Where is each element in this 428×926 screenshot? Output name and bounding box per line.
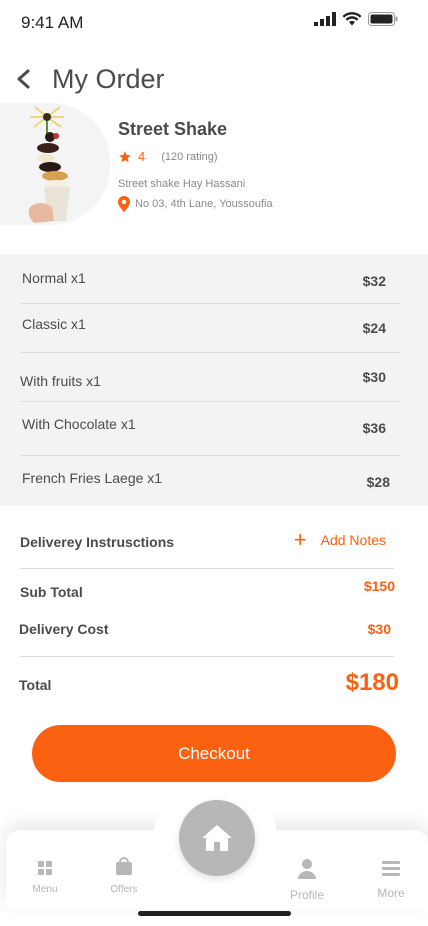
- tab-offers[interactable]: Offers: [99, 856, 149, 895]
- rating-count: (120 rating): [161, 150, 218, 163]
- order-item: With Chocolate x1 $36: [20, 402, 400, 456]
- shake-illustration: [0, 103, 110, 225]
- page-title: My Order: [52, 64, 165, 94]
- delivery-cost-value: $30: [367, 621, 391, 637]
- item-name: French Fries Laege x1: [22, 470, 163, 486]
- restaurant-card: Street Shake 4 (120 rating) Street shake…: [0, 103, 428, 233]
- item-price: $28: [366, 474, 390, 490]
- address-text: No 03, 4th Lane, Youssoufia: [135, 198, 273, 210]
- battery-icon: [368, 12, 398, 26]
- delivery-cost-label: Delivery Cost: [19, 621, 109, 637]
- restaurant-type: Street shake Hay Hassani: [118, 178, 246, 190]
- tab-profile-label: Profile: [289, 888, 324, 902]
- profile-icon: [298, 859, 316, 879]
- order-item: With fruits x1 $30: [20, 353, 400, 402]
- status-time: 9:41 AM: [21, 13, 84, 32]
- item-name: With fruits x1: [20, 373, 101, 389]
- tab-more-label: More: [377, 886, 405, 900]
- item-price: $32: [362, 273, 386, 289]
- item-price: $24: [362, 320, 386, 336]
- menu-grid-icon: [38, 861, 52, 875]
- total-value: $180: [345, 669, 399, 696]
- order-item: French Fries Laege x1 $28: [20, 456, 400, 506]
- tab-more[interactable]: More: [366, 860, 416, 900]
- offers-bag-icon: [116, 857, 132, 875]
- signal-icon: [314, 12, 336, 26]
- order-item: Classic x1 $24: [20, 304, 400, 353]
- item-price: $30: [362, 369, 386, 385]
- subtotal-value: $150: [363, 578, 395, 594]
- delivery-instructions-row: Deliverey Instrusctions + Add Notes: [20, 524, 394, 569]
- total-label: Total: [19, 677, 52, 693]
- tab-menu[interactable]: Menu: [20, 860, 70, 895]
- tab-offers-label: Offers: [110, 884, 138, 895]
- tab-menu-label: Menu: [32, 884, 58, 895]
- header: My Order: [0, 62, 428, 98]
- checkout-button[interactable]: Checkout: [32, 725, 396, 782]
- location-pin-icon: [118, 196, 130, 212]
- summary-divider: [20, 656, 394, 657]
- add-notes-button[interactable]: + Add Notes: [294, 529, 386, 551]
- item-name: With Chocolate x1: [22, 416, 136, 432]
- restaurant-name: Street Shake: [118, 119, 228, 139]
- tab-profile[interactable]: Profile: [282, 858, 332, 902]
- item-name: Classic x1: [22, 316, 86, 332]
- more-list-icon: [382, 861, 400, 876]
- home-icon: [202, 825, 232, 851]
- status-icons: [314, 12, 398, 26]
- item-name: Normal x1: [22, 270, 86, 286]
- subtotal-label: Sub Total: [20, 584, 83, 600]
- plus-icon: +: [293, 527, 307, 552]
- home-button[interactable]: [179, 800, 255, 876]
- home-indicator: [138, 911, 291, 916]
- restaurant-image: [0, 103, 110, 225]
- add-notes-label: Add Notes: [320, 532, 386, 548]
- restaurant-address: No 03, 4th Lane, Youssoufia: [118, 196, 273, 212]
- item-price: $36: [362, 420, 386, 436]
- wifi-icon: [342, 12, 362, 26]
- order-item: Normal x1 $32: [20, 254, 400, 304]
- star-icon: [119, 150, 131, 162]
- instructions-label: Deliverey Instrusctions: [20, 534, 175, 550]
- back-icon[interactable]: [14, 68, 34, 90]
- order-items-list: Normal x1 $32 Classic x1 $24 With fruits…: [0, 254, 428, 506]
- rating-value: 4: [138, 149, 146, 164]
- restaurant-rating: 4 (120 rating): [118, 149, 218, 164]
- status-bar: 9:41 AM: [0, 0, 428, 44]
